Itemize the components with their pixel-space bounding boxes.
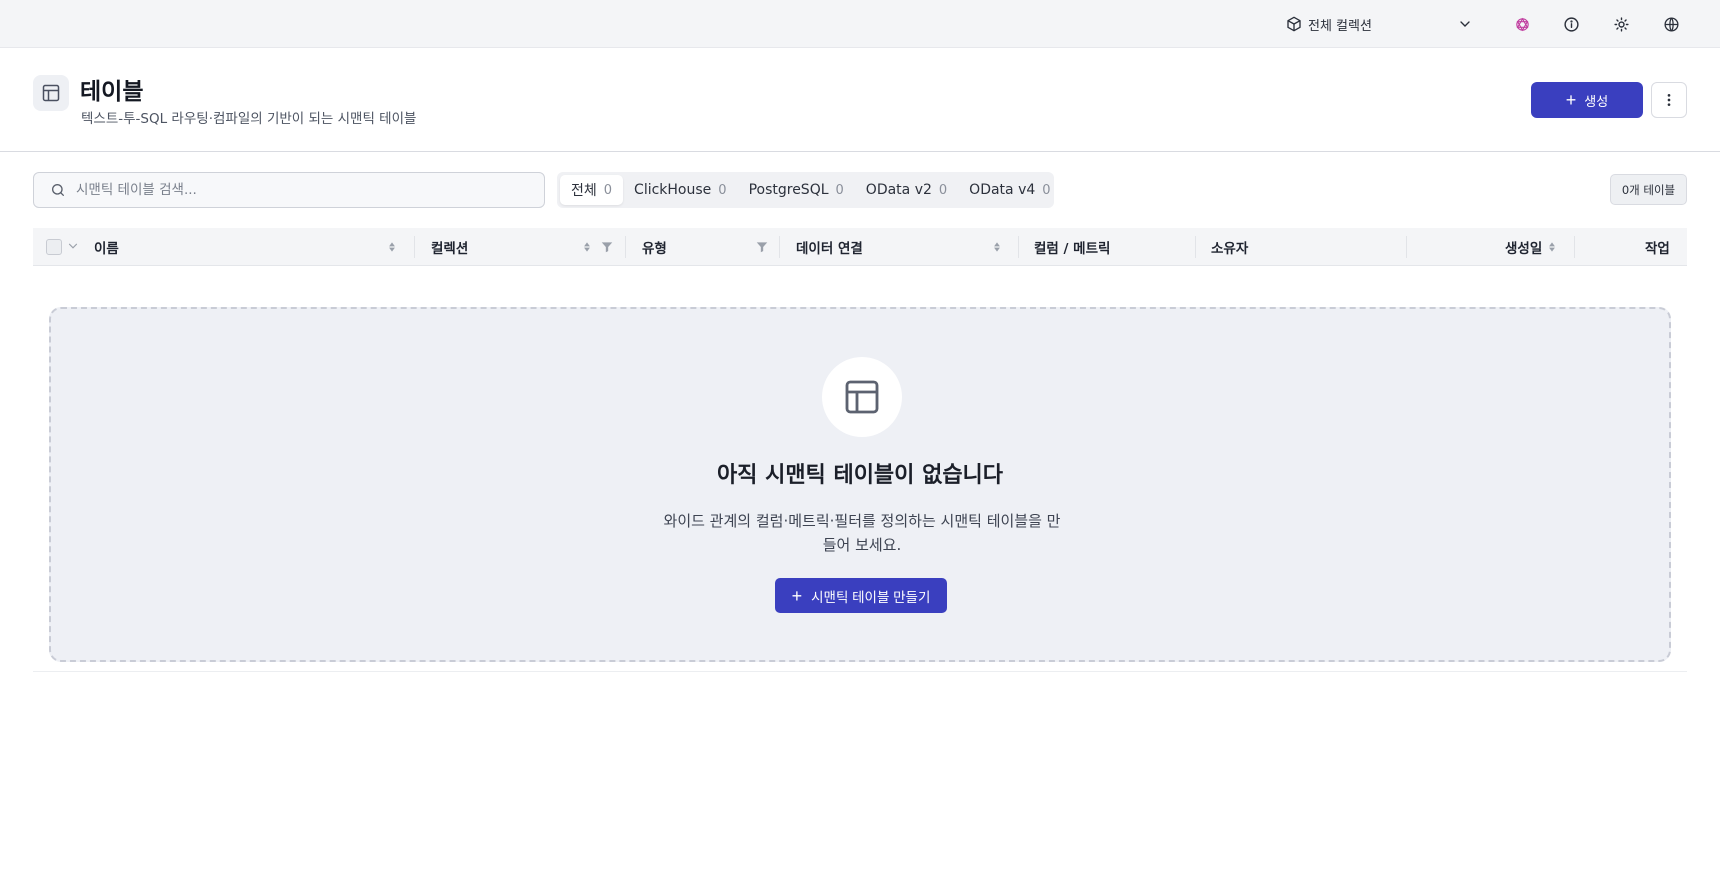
search-input[interactable] [76,182,544,198]
tab-odata-v4[interactable]: OData v4 0 [958,175,1061,205]
chevron-down-icon[interactable] [66,239,80,253]
filter-icon[interactable] [600,240,614,254]
tab-label: 전체 [571,183,597,199]
column-divider [414,236,415,258]
sun-icon[interactable] [1606,9,1636,39]
select-all-checkbox[interactable] [46,239,62,255]
table-icon [33,75,69,111]
tab-count: 0 [1042,182,1051,198]
tab-odata-v2[interactable]: OData v2 0 [855,175,958,205]
tab-count: 0 [603,182,613,198]
column-divider [779,236,780,258]
type-filter-tabs: 전체 0 ClickHouse 0 PostgreSQL 0 OData v2 … [557,172,1054,208]
create-semantic-table-label: 시맨틱 테이블 만들기 [811,589,931,605]
column-divider [1195,236,1196,258]
sort-icon[interactable] [990,240,1004,254]
column-divider [625,236,626,258]
filter-icon[interactable] [755,240,769,254]
empty-state-title: 아직 시맨틱 테이블이 없습니다 [716,463,1004,488]
chevron-down-icon [1460,21,1470,27]
globe-icon[interactable] [1656,9,1686,39]
empty-state-description: 와이드 관계의 컬럼·메트릭·필터를 정의하는 시맨틱 테이블을 만들어 보세요… [663,512,1061,554]
column-header-type[interactable]: 유형 [642,228,667,266]
page-header: 테이블 텍스트-투-SQL 라우팅·컴파일의 기반이 되는 시맨틱 테이블 + … [0,48,1720,152]
logo-icon[interactable] [1507,9,1537,39]
create-button[interactable]: + 생성 [1531,82,1643,118]
search-box [33,172,545,208]
collection-select-label: 전체 컬렉션 [1308,18,1372,34]
info-icon[interactable] [1556,9,1586,39]
table-icon [822,357,902,437]
empty-state: 아직 시맨틱 테이블이 없습니다 와이드 관계의 컬럼·메트릭·필터를 정의하는… [49,307,1671,662]
column-label: 작업 [1645,241,1670,257]
tab-count: 0 [718,182,727,198]
tab-all[interactable]: 전체 0 [560,175,624,205]
search-icon [52,184,64,196]
column-label: 생성일 [1505,241,1543,257]
tab-label: OData v2 [865,182,932,198]
tab-label: PostgreSQL [748,182,829,198]
sort-icon[interactable] [580,240,594,254]
tab-clickhouse[interactable]: ClickHouse 0 [623,175,738,205]
column-label: 유형 [642,241,667,257]
box-icon [1287,16,1301,32]
tab-postgresql[interactable]: PostgreSQL 0 [738,175,855,205]
tab-label: OData v4 [969,182,1036,198]
column-divider [1018,236,1019,258]
column-header-collection[interactable]: 컬렉션 [431,228,468,266]
table-header: 이름 컬렉션 유형 데이터 연결 컬럼 / 메트릭 소유자 생성일 작업 [33,228,1687,266]
plus-icon: + [791,585,803,606]
column-header-owner: 소유자 [1211,228,1248,266]
column-header-columns-metrics: 컬럼 / 메트릭 [1034,228,1110,266]
page-subtitle: 텍스트-투-SQL 라우팅·컴파일의 기반이 되는 시맨틱 테이블 [81,111,417,127]
column-label: 컬럼 / 메트릭 [1034,241,1111,257]
sort-icon[interactable] [1545,240,1559,254]
table-count-badge: 0개 테이블 [1610,174,1687,205]
more-options-button[interactable] [1651,82,1687,118]
column-label: 데이터 연결 [796,241,863,257]
column-header-name[interactable]: 이름 [94,228,119,266]
column-header-actions: 작업 [1645,228,1670,266]
collection-select[interactable]: 전체 컬렉션 [1276,8,1481,40]
column-divider [1574,236,1575,258]
column-header-data-connection[interactable]: 데이터 연결 [796,228,863,266]
table-bottom-divider [33,671,1687,672]
tab-label: ClickHouse [634,182,712,198]
more-vertical-icon [1667,94,1671,106]
column-label: 소유자 [1211,241,1249,257]
tab-count: 0 [938,182,948,198]
column-label: 컬렉션 [431,241,469,257]
top-bar: 전체 컬렉션 [0,0,1720,48]
create-button-label: 생성 [1584,93,1609,109]
page-title: 테이블 [80,79,144,105]
tab-count: 0 [835,182,844,198]
plus-icon: + [1565,90,1577,110]
create-semantic-table-button[interactable]: + 시맨틱 테이블 만들기 [775,578,947,613]
column-divider [1406,236,1407,258]
column-header-created[interactable]: 생성일 [1505,228,1542,266]
column-label: 이름 [94,241,119,257]
sort-icon[interactable] [385,240,399,254]
